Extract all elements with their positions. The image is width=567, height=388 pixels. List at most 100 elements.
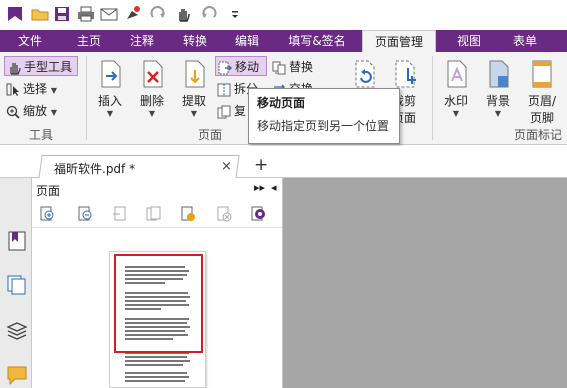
page-group-label: 页面: [198, 128, 223, 142]
collapse-panel-button[interactable]: ▸▸: [254, 181, 265, 194]
document-viewport[interactable]: [283, 178, 567, 388]
watermark-icon: [442, 58, 470, 90]
print-icon[interactable]: [77, 5, 95, 23]
select-label: 选择: [23, 82, 48, 96]
tools-group-label: 工具: [29, 128, 54, 142]
tab-page-management[interactable]: 页面管理: [362, 30, 436, 52]
page-marks-group-label: 页面标记: [514, 128, 563, 142]
redo-icon[interactable]: [149, 5, 167, 23]
tab-file[interactable]: 文件: [0, 30, 60, 52]
open-folder-icon[interactable]: [31, 5, 49, 23]
tab-view[interactable]: 视图: [446, 30, 492, 52]
thumbnail-text-line: [125, 380, 185, 382]
zoom-button[interactable]: 缩放 ▼: [6, 101, 57, 121]
crop-page-icon: [390, 58, 418, 90]
document-tab-label[interactable]: 福昕软件.pdf *: [54, 160, 135, 177]
zoom-magnifier-icon: [6, 105, 20, 119]
thumbnail-text-line: [125, 376, 189, 378]
chevron-down-icon: ▼: [50, 108, 57, 117]
move-page-icon: [218, 61, 233, 75]
email-icon[interactable]: [100, 5, 118, 23]
ribbon-tab-bar: 文件 主页 注释 转换 编辑 填写&签名 页面管理 视图 表单: [0, 30, 567, 52]
insert-button[interactable]: 插入 ▼: [92, 58, 128, 118]
undo-icon[interactable]: [200, 5, 218, 23]
tab-convert[interactable]: 转换: [170, 30, 220, 52]
save-icon[interactable]: [53, 5, 71, 23]
tab-form[interactable]: 表单: [502, 30, 548, 52]
hand-icon: [7, 61, 21, 75]
quick-access-toolbar: [0, 0, 567, 30]
close-tab-icon[interactable]: ×: [221, 159, 232, 174]
document-tab-strip: 福昕软件.pdf * × +: [0, 146, 567, 179]
chevron-down-icon: ▼: [50, 86, 57, 95]
hand-tool-icon[interactable]: [174, 5, 192, 23]
duplicate-icon: [217, 105, 231, 119]
insert-label: 插入: [97, 94, 122, 108]
tab-fill-sign[interactable]: 填写&签名: [278, 30, 356, 52]
header-footer-label-line2: 页脚: [529, 111, 554, 125]
replace-label: 替换: [289, 60, 314, 74]
zoom-label: 缩放: [23, 104, 48, 118]
tab-comment[interactable]: 注释: [117, 30, 167, 52]
duplicate-label: 复: [234, 104, 247, 118]
thumbnail-text-line: [125, 372, 187, 374]
comments-icon[interactable]: [6, 364, 28, 386]
pages-thumbnail-icon[interactable]: [6, 274, 28, 296]
tab-home[interactable]: 主页: [64, 30, 114, 52]
rotate-page-button[interactable]: [346, 58, 382, 92]
background-button[interactable]: 背景 ▼: [480, 58, 516, 118]
header-footer-label-line1: 页眉/: [527, 94, 557, 108]
panel-menu-button[interactable]: ◂: [271, 181, 277, 194]
watermark-label: 水印: [443, 94, 468, 108]
delete-thumbnail-icon[interactable]: [216, 206, 232, 222]
replace-button[interactable]: 替换: [272, 57, 313, 77]
zoom-in-thumbnail-icon[interactable]: [40, 206, 56, 222]
select-cursor-icon: [6, 83, 20, 97]
duplicate-button[interactable]: 复: [217, 101, 246, 121]
panel-title: 页面: [36, 184, 61, 198]
thumbnail-selection-box: [114, 254, 203, 353]
hand-tool-button[interactable]: 手型工具: [4, 56, 78, 76]
chevron-down-icon: ▼: [148, 109, 156, 118]
watermark-button[interactable]: 水印 ▼: [438, 58, 474, 118]
chevron-down-icon: ▼: [190, 109, 198, 118]
insert-page-icon: [96, 58, 124, 90]
tooltip-title: 移动页面: [257, 96, 306, 110]
move-label: 移动: [235, 60, 260, 74]
page-panel: 页面 ▸▸ ◂: [32, 178, 283, 388]
panel-toolbar: [32, 200, 282, 228]
bookmark-icon[interactable]: [6, 230, 28, 252]
layers-icon[interactable]: [6, 320, 28, 342]
background-icon: [484, 58, 512, 90]
replace-icon: [272, 61, 286, 75]
thumbnail-area: [32, 229, 282, 388]
select-button[interactable]: 选择 ▼: [6, 79, 57, 99]
rotate-thumbnail-icon[interactable]: [250, 206, 266, 222]
extract-label: 提取: [181, 94, 206, 108]
insert-thumbnail-icon[interactable]: [112, 206, 128, 222]
thumbnail-text-line: [125, 360, 190, 362]
delete-button[interactable]: 删除 ▼: [134, 58, 170, 118]
group-divider: [432, 56, 433, 140]
delete-page-icon: [138, 58, 166, 90]
extract-thumbnail-icon[interactable]: [180, 206, 196, 222]
thumbnail-text-line: [125, 356, 187, 358]
chevron-down-icon: ▼: [494, 109, 502, 118]
new-tab-button[interactable]: +: [254, 155, 268, 175]
stamp-icon[interactable]: [124, 5, 142, 23]
zoom-out-thumbnail-icon[interactable]: [78, 206, 94, 222]
thumbnail-text-line: [125, 364, 183, 366]
move-page-button[interactable]: 移动: [215, 56, 267, 76]
extract-button[interactable]: 提取 ▼: [176, 58, 212, 118]
tab-edit[interactable]: 编辑: [222, 30, 272, 52]
group-divider: [86, 56, 87, 140]
rotate-page-icon: [350, 58, 378, 90]
navigation-rail: [0, 178, 32, 388]
extract-page-icon: [180, 58, 208, 90]
fox-logo-icon: [6, 5, 24, 23]
page-thumbnail[interactable]: [109, 251, 206, 388]
tooltip-description: 移动指定页到另一个位置: [257, 119, 390, 133]
header-footer-button[interactable]: 页眉/ 页脚: [522, 58, 562, 126]
customize-icon[interactable]: [226, 5, 244, 23]
replace-thumbnail-icon[interactable]: [145, 206, 161, 222]
